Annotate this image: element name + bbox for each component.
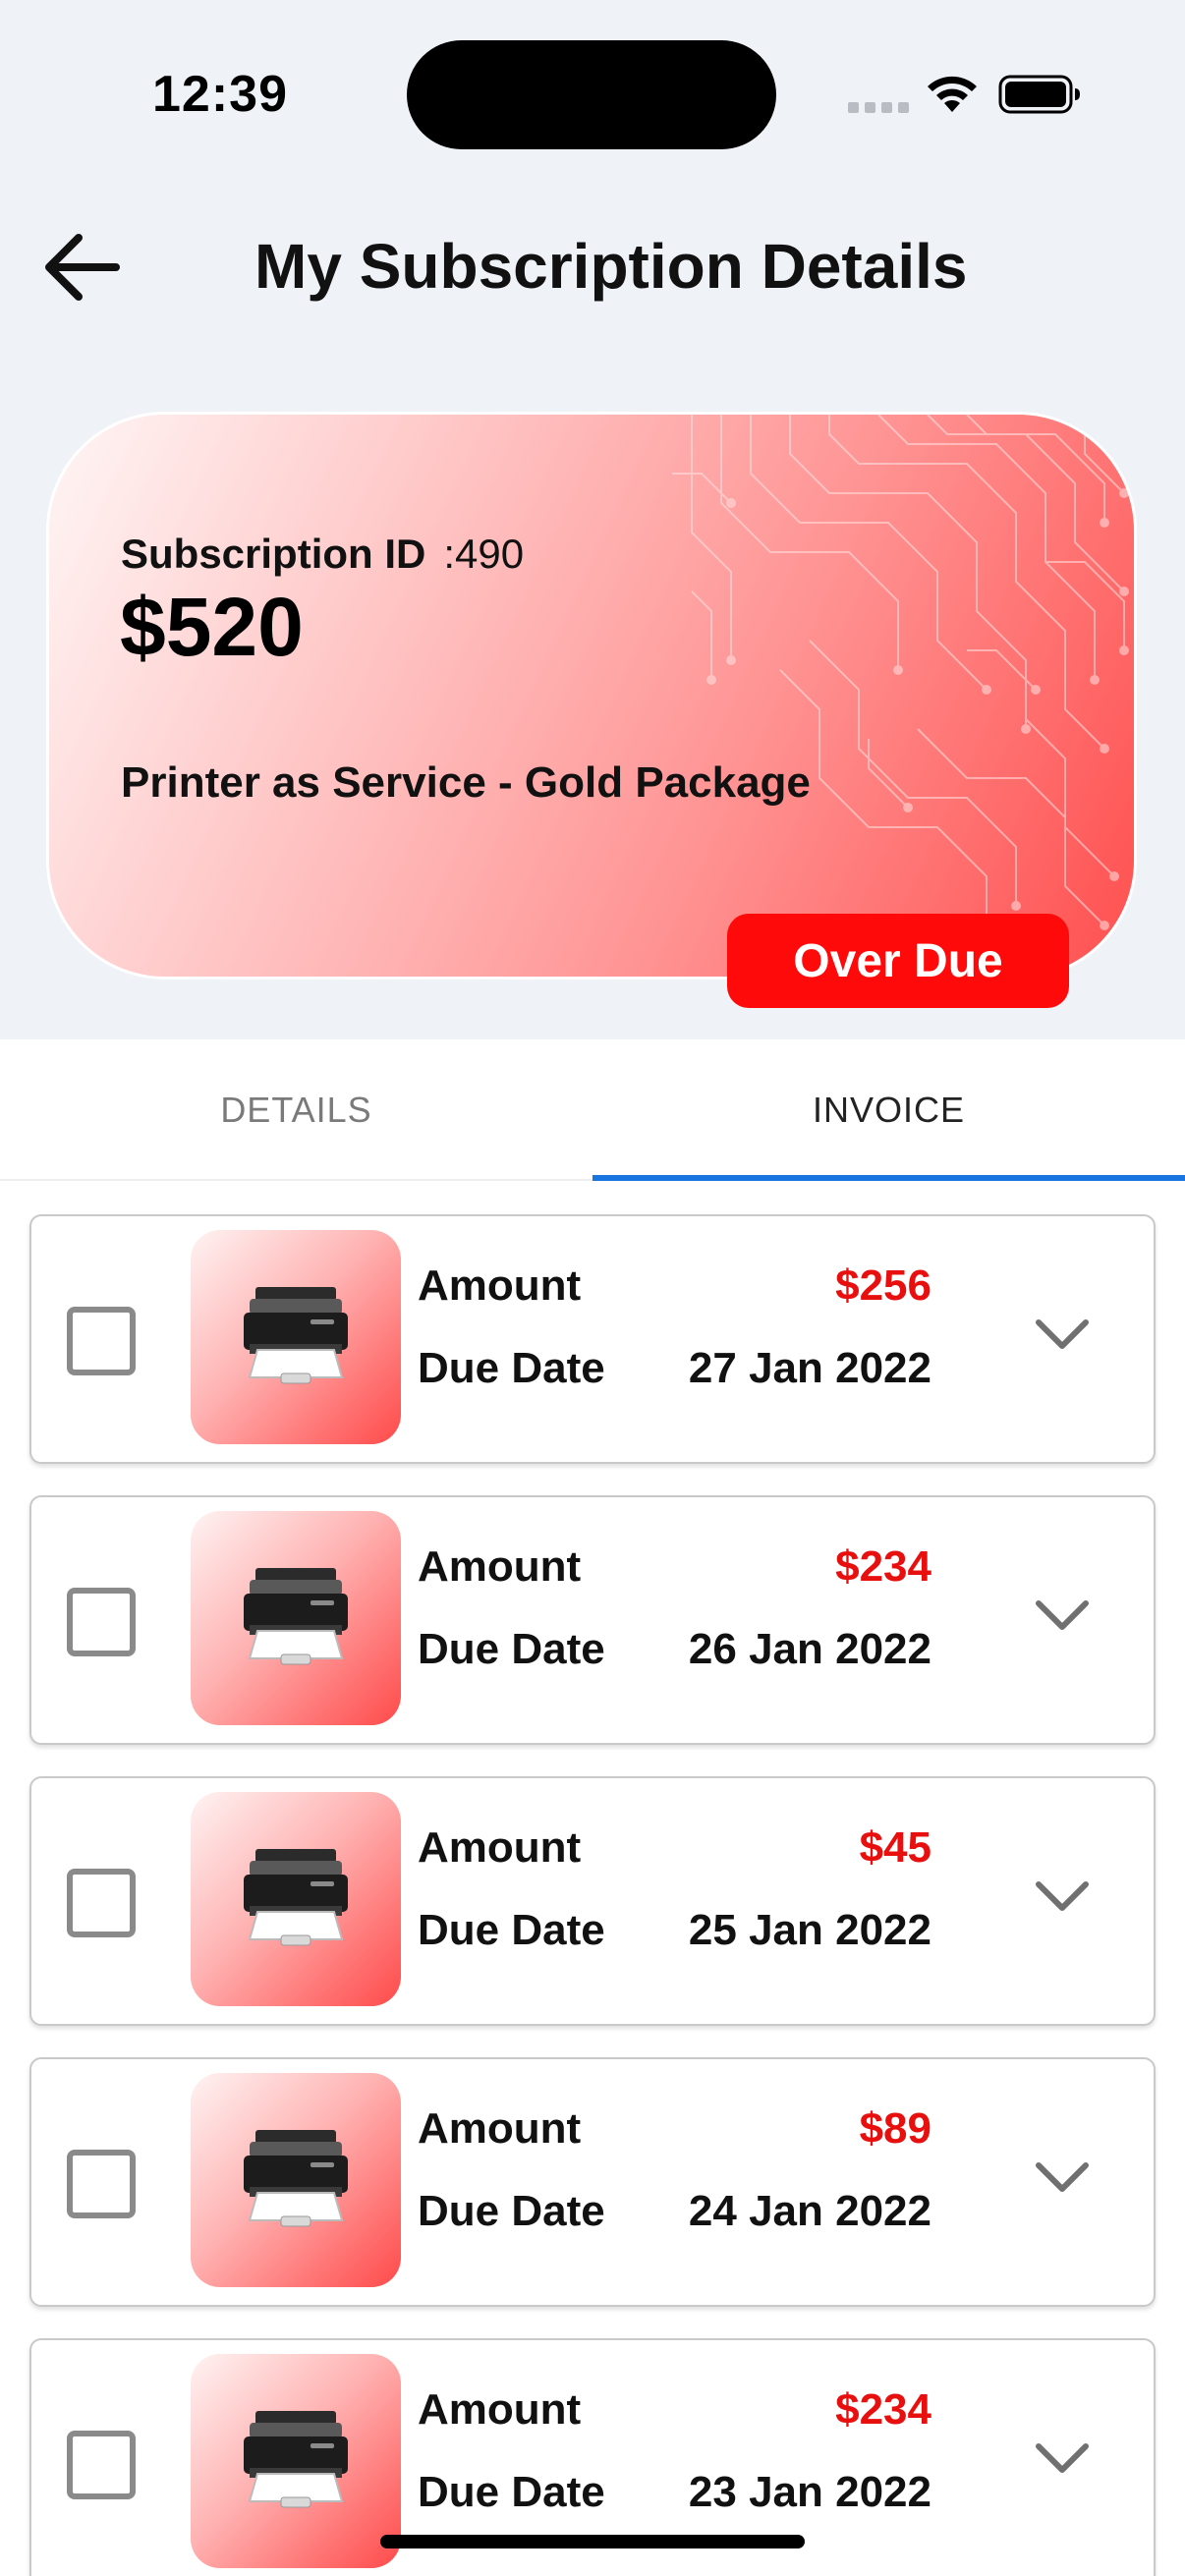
status-time: 12:39 [152,66,288,123]
circuit-pattern-decoration [672,415,1129,950]
invoice-amount: $256 [835,1261,931,1310]
invoice-due-date: 25 Jan 2022 [688,1906,931,1954]
printer-thumbnail [191,1230,401,1444]
amount-label: Amount [418,2385,582,2434]
cellular-signal-icon [848,102,909,114]
amount-label: Amount [418,1823,582,1872]
tab-bar: DETAILS INVOICE [0,1039,1185,1181]
amount-label: Amount [418,1261,582,1310]
chevron-down-icon[interactable] [1034,1876,1091,1916]
subscription-package: Printer as Service - Gold Package [121,758,811,807]
invoice-due-date: 27 Jan 2022 [688,1344,931,1392]
battery-icon [998,75,1080,114]
printer-thumbnail [191,1511,401,1725]
due-date-label: Due Date [418,2468,605,2516]
chevron-down-icon[interactable] [1034,2438,1091,2478]
printer-thumbnail [191,1792,401,2006]
chevron-down-icon[interactable] [1034,2157,1091,2197]
invoice-item[interactable]: Amount Due Date $89 24 Jan 2022 [29,2057,1156,2307]
invoice-due-date: 24 Jan 2022 [688,2187,931,2235]
tab-selected-indicator [592,1175,1185,1181]
subscription-amount: $520 [120,581,304,673]
due-date-label: Due Date [418,1625,605,1673]
wifi-icon [928,76,977,112]
invoice-amount: $234 [835,1542,931,1591]
printer-icon [244,1287,348,1384]
dynamic-island [407,40,776,149]
printer-icon [244,2411,348,2508]
subscription-id-value: :490 [443,531,525,577]
invoice-checkbox[interactable] [67,2150,136,2218]
subscription-id-label: Subscription ID [121,531,426,577]
amount-label: Amount [418,2104,582,2153]
printer-thumbnail [191,2073,401,2287]
chevron-down-icon[interactable] [1034,1596,1091,1635]
page-title: My Subscription Details [254,231,968,302]
amount-label: Amount [418,1542,582,1591]
invoice-checkbox[interactable] [67,1869,136,1937]
invoice-checkbox[interactable] [67,1588,136,1656]
invoice-due-date: 26 Jan 2022 [688,1625,931,1673]
invoice-checkbox[interactable] [67,2431,136,2499]
printer-icon [244,1568,348,1665]
printer-thumbnail [191,2354,401,2568]
invoice-amount: $89 [859,2104,931,2153]
due-date-label: Due Date [418,2187,605,2235]
home-indicator [380,2535,805,2548]
invoice-item[interactable]: Amount Due Date $256 27 Jan 2022 [29,1214,1156,1464]
invoice-amount: $45 [859,1823,931,1872]
tab-details[interactable]: DETAILS [0,1039,592,1181]
overdue-status-badge: Over Due [727,914,1069,1008]
due-date-label: Due Date [418,1906,605,1954]
subscription-id: Subscription ID :490 [121,531,524,578]
tab-invoice[interactable]: INVOICE [592,1039,1185,1181]
invoice-due-date: 23 Jan 2022 [688,2468,931,2516]
back-arrow-icon[interactable] [39,226,128,308]
printer-icon [244,2130,348,2227]
due-date-label: Due Date [418,1344,605,1392]
subscription-card: Subscription ID :490 $520 Printer as Serv… [49,415,1134,977]
invoice-item[interactable]: Amount Due Date $234 26 Jan 2022 [29,1495,1156,1745]
invoice-amount: $234 [835,2385,931,2434]
printer-icon [244,1849,348,1946]
invoice-checkbox[interactable] [67,1307,136,1375]
chevron-down-icon[interactable] [1034,1315,1091,1354]
invoice-item[interactable]: Amount Due Date $45 25 Jan 2022 [29,1776,1156,2026]
